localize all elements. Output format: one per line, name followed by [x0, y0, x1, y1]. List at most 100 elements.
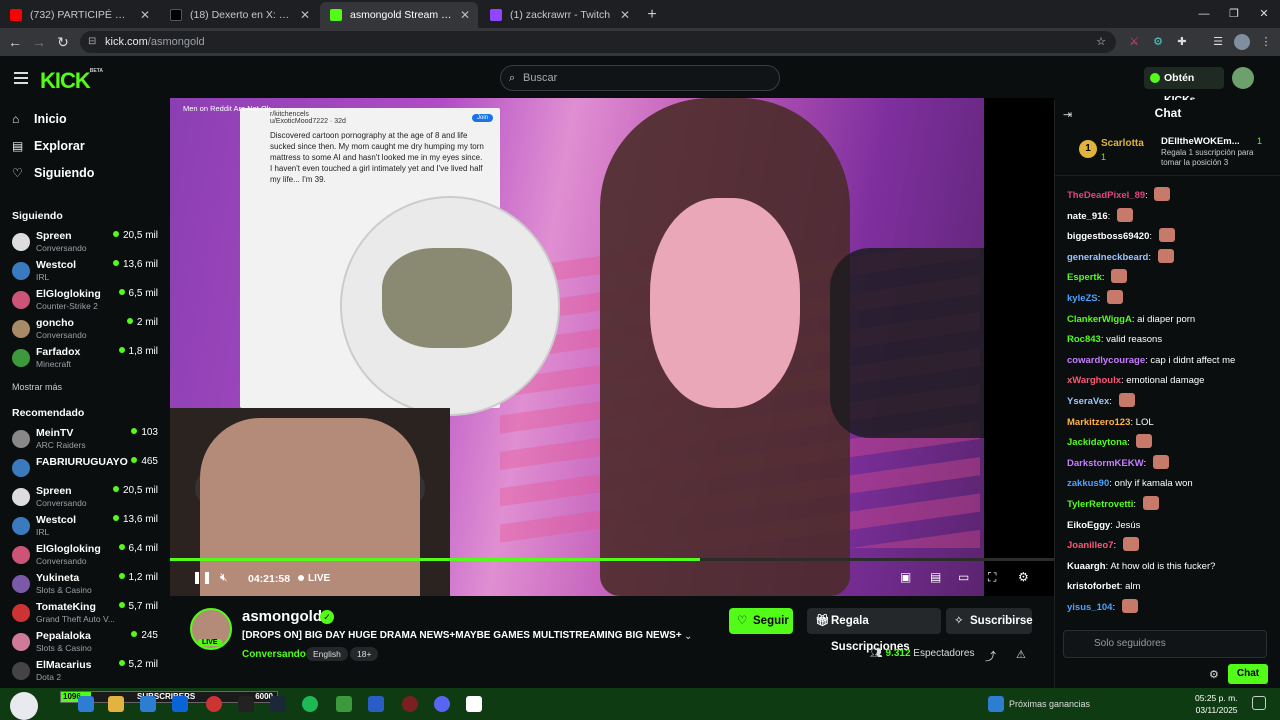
chevron-down-icon[interactable]: ⌄	[684, 631, 692, 642]
system-clock[interactable]: 05:25 p. m. 03/11/2025	[1195, 692, 1238, 716]
extension-icon[interactable]: ⚙	[1150, 34, 1166, 50]
outlook-icon[interactable]	[172, 696, 188, 712]
nav-home[interactable]: ⌂ Inicio	[12, 112, 67, 126]
chat-username[interactable]: Roc843	[1067, 334, 1101, 345]
xbox-icon[interactable]	[336, 696, 352, 712]
restore-button[interactable]: ❐	[1218, 0, 1250, 28]
chat-username[interactable]: xWarghoulx	[1067, 375, 1121, 386]
chat-username[interactable]: EikoEggy	[1067, 520, 1110, 531]
sidebar-channel[interactable]: Pepalaloka Slots & Casino 245	[12, 630, 162, 658]
obs-icon[interactable]	[206, 696, 222, 712]
nav-following[interactable]: ♡ Siguiendo	[12, 166, 94, 180]
theater-mode-icon[interactable]: ▭	[958, 570, 969, 584]
miniplayer-icon[interactable]: ▣	[900, 570, 911, 584]
kick-logo[interactable]: KICKBETA	[40, 68, 103, 94]
muted-speaker-icon[interactable]: 🔇︎	[220, 570, 228, 585]
chat-username[interactable]: nate_916	[1067, 211, 1108, 222]
progress-bar[interactable]	[170, 558, 1054, 561]
close-icon[interactable]: ✕	[140, 2, 150, 28]
video-player[interactable]: r/kitchencels u/ExoticMood7222 · 32d Join…	[170, 98, 1054, 596]
share-icon[interactable]: ⤴	[985, 648, 996, 664]
chat-username[interactable]: ClankerWiggA	[1067, 314, 1132, 325]
spotify-icon[interactable]	[302, 696, 318, 712]
get-kicks-button[interactable]: Obtén KICKs	[1144, 67, 1224, 106]
clip-icon[interactable]: ▤	[930, 570, 941, 584]
forward-button[interactable]: →	[28, 32, 50, 52]
user-avatar[interactable]	[1232, 67, 1254, 89]
chat-settings-icon[interactable]: ⚙	[1209, 668, 1219, 681]
chat-username[interactable]: yisus_104	[1067, 602, 1112, 613]
send-chat-button[interactable]: Chat	[1228, 664, 1268, 684]
chat-username[interactable]: cowardlycourage	[1067, 355, 1145, 366]
more-menu-icon[interactable]: ⋮	[1258, 34, 1274, 50]
notifications-icon[interactable]	[1252, 696, 1266, 710]
sidebar-channel[interactable]: Spreen Conversando 20,5 mil	[12, 485, 162, 513]
sidebar-channel[interactable]: Spreen Conversando 20,5 mil	[12, 230, 162, 258]
discord-icon[interactable]	[434, 696, 450, 712]
close-icon[interactable]: ✕	[460, 2, 470, 28]
tab-youtube[interactable]: (732) PARTICIPÉ EN UN VIDEO✕	[0, 2, 158, 28]
chat-username[interactable]: TheDeadPixel_89	[1067, 190, 1145, 201]
app-icon[interactable]	[402, 696, 418, 712]
sidebar-channel[interactable]: Farfadox Minecraft 1,8 mil	[12, 346, 162, 374]
reload-button[interactable]: ↻	[52, 32, 74, 52]
sidebar-channel[interactable]: Yukineta Slots & Casino 1,2 mil	[12, 572, 162, 600]
close-icon[interactable]: ✕	[300, 2, 310, 28]
app-icon[interactable]	[238, 696, 254, 712]
profile-avatar-icon[interactable]	[1234, 34, 1250, 50]
chat-username[interactable]: YseraVex	[1067, 396, 1109, 407]
extension-icon[interactable]: ⚔	[1126, 34, 1142, 50]
chat-username[interactable]: Joanilleo7	[1067, 540, 1113, 551]
chat-username[interactable]: TylerRetrovetti	[1067, 499, 1133, 510]
sidebar-channel[interactable]: ElGlogloking Conversando 6,4 mil	[12, 543, 162, 571]
bookmark-star-icon[interactable]: ☆	[1096, 31, 1106, 53]
gift-subs-button[interactable]: 🎁︎ Regala Suscripciones	[807, 608, 941, 653]
tab-twitch[interactable]: (1) zackrawrr - Twitch ✕	[480, 2, 638, 28]
sidebar-channel[interactable]: ElGlogloking Counter-Strike 2 6,5 mil	[12, 288, 162, 316]
streamer-name[interactable]: asmongold	[242, 608, 322, 625]
video-frame[interactable]: r/kitchencels u/ExoticMood7222 · 32d Join…	[170, 98, 990, 596]
chat-input[interactable]: Solo seguidores	[1063, 630, 1267, 658]
chat-username[interactable]: Markitzero123	[1067, 417, 1130, 428]
chat-username[interactable]: Jackidaytona	[1067, 437, 1127, 448]
sidebar-channel[interactable]: MeinTV ARC Raiders 103	[12, 427, 162, 455]
pause-icon[interactable]: ❚❚	[192, 570, 212, 584]
close-icon[interactable]: ✕	[620, 2, 630, 28]
chat-username[interactable]: Kuaargh	[1067, 561, 1106, 572]
fullscreen-icon[interactable]: ⛶	[988, 570, 996, 585]
site-info-icon[interactable]: ⊟	[88, 31, 96, 53]
sidebar-channel[interactable]: FABRIURUGUAYO 465	[12, 456, 162, 484]
sidebar-channel[interactable]: TomateKing Grand Theft Auto V... 5,7 mil	[12, 601, 162, 629]
windows-start-icon[interactable]	[78, 696, 94, 712]
widget-icon[interactable]	[988, 696, 1004, 712]
sidebar-channel[interactable]: ElMacarius Dota 2 5,2 mil	[12, 659, 162, 687]
extensions-puzzle-icon[interactable]: ✚	[1174, 34, 1190, 50]
chat-username[interactable]: generalneckbeard	[1067, 252, 1148, 263]
chat-username[interactable]: zakkus90	[1067, 478, 1109, 489]
notion-icon[interactable]	[466, 696, 482, 712]
nav-explore[interactable]: ▤ Explorar	[12, 139, 85, 153]
settings-gear-icon[interactable]: ⚙	[1018, 570, 1029, 584]
tab-x[interactable]: (18) Dexerto en X: "Asmongold✕	[160, 2, 318, 28]
sidebar-channel[interactable]: Westcol IRL 13,6 mil	[12, 259, 162, 287]
sidebar-channel[interactable]: Westcol IRL 13,6 mil	[12, 514, 162, 542]
follow-button[interactable]: ♡ Seguir	[729, 608, 793, 634]
tab-kick[interactable]: asmongold Stream - Watch Live✕	[320, 2, 478, 28]
tag-language[interactable]: English	[306, 647, 348, 661]
new-tab-button[interactable]: +	[640, 2, 664, 28]
file-explorer-icon[interactable]	[108, 696, 124, 712]
back-button[interactable]: ←	[4, 32, 26, 52]
chat-username[interactable]: kyleZS	[1067, 293, 1098, 304]
chat-username[interactable]: Espertk	[1067, 272, 1102, 283]
app-icon[interactable]	[368, 696, 384, 712]
steam-icon[interactable]	[270, 696, 286, 712]
subscribe-button[interactable]: ✧ Suscribirse	[946, 608, 1033, 634]
close-window-button[interactable]: ✕	[1248, 0, 1280, 28]
address-bar[interactable]: ⊟ kick.com/asmongold ☆	[80, 31, 1116, 53]
chat-username[interactable]: biggestboss69420	[1067, 231, 1149, 242]
report-icon[interactable]: ⚠	[1016, 648, 1026, 661]
search-input[interactable]: ⌕ Buscar	[500, 65, 780, 91]
chat-username[interactable]: DarkstormKEKW	[1067, 458, 1144, 469]
sidebar-channel[interactable]: goncho Conversando 2 mil	[12, 317, 162, 345]
show-more-link[interactable]: Mostrar más	[12, 382, 62, 392]
